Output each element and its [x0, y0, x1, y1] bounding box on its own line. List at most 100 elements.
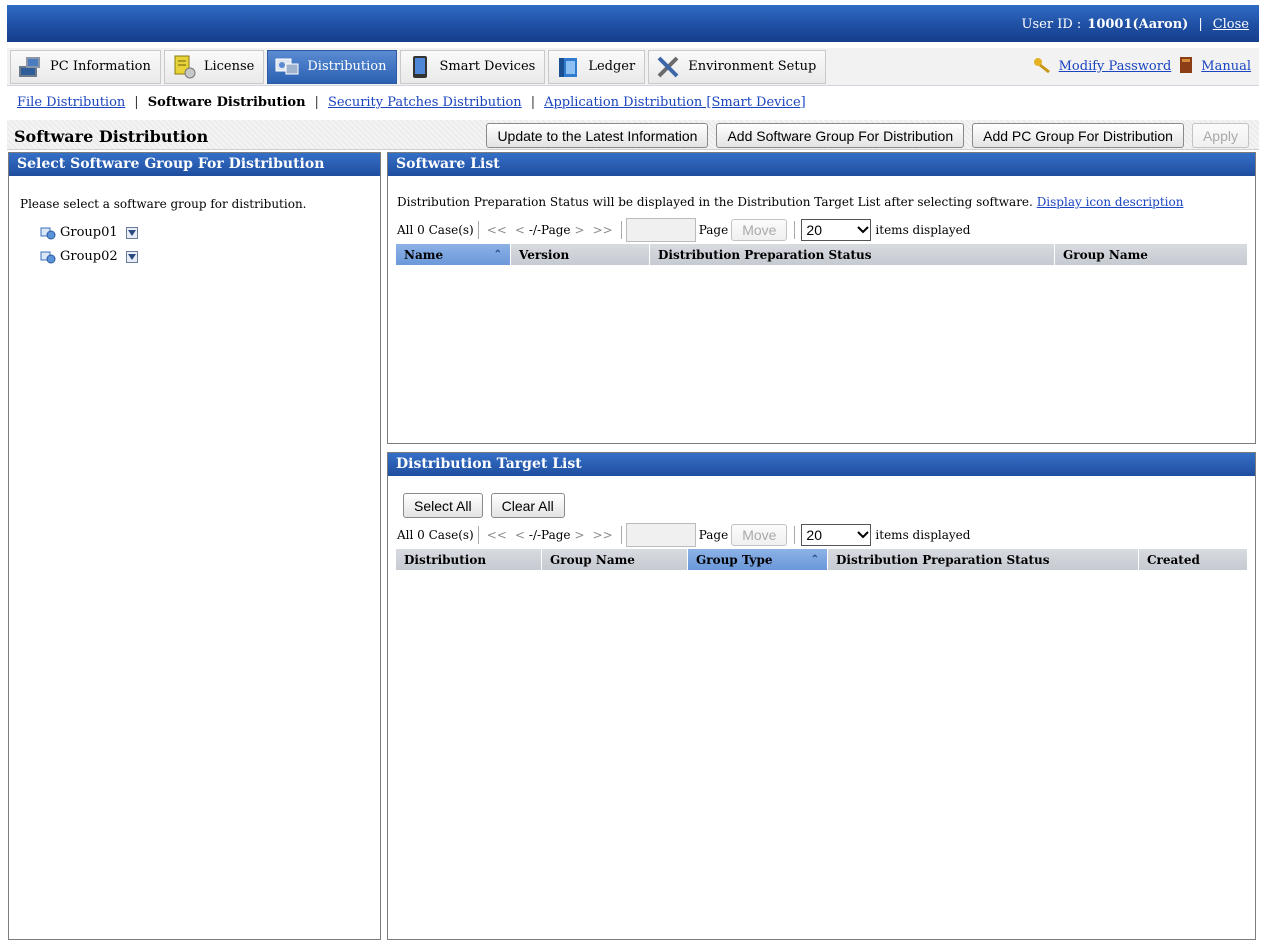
action-buttons: Update to the Latest Information Add Sof…	[486, 123, 1249, 148]
main-tabs: PC Information License Distribution Smar…	[7, 48, 1259, 86]
first-page-link[interactable]: <<	[487, 223, 507, 237]
page-title-bar: Software Distribution Update to the Late…	[7, 120, 1259, 150]
pager-divider	[620, 526, 622, 544]
tab-label: License	[203, 59, 255, 74]
distribution-icon	[274, 54, 300, 80]
column-label: Name	[404, 247, 444, 262]
tab-distribution[interactable]: Distribution	[267, 49, 397, 84]
tab-label: PC Information	[50, 59, 151, 74]
close-link[interactable]: Close	[1213, 17, 1249, 32]
pager-divider	[477, 221, 479, 239]
column-label: Created	[1147, 552, 1200, 567]
page-label: Page	[698, 223, 729, 237]
clear-all-button[interactable]: Clear All	[490, 493, 565, 518]
column-group-name[interactable]: Group Name	[542, 549, 688, 570]
column-version[interactable]: Version	[511, 244, 650, 265]
last-page-link[interactable]: >>	[593, 223, 613, 237]
manual-book-icon	[1179, 56, 1193, 78]
subnav-application-distribution[interactable]: Application Distribution [Smart Device]	[544, 95, 806, 110]
prev-page-link[interactable]: <	[515, 528, 525, 542]
tab-license[interactable]: License	[163, 49, 265, 84]
dropdown-menu-icon[interactable]	[125, 250, 138, 263]
update-latest-button[interactable]: Update to the Latest Information	[486, 123, 709, 148]
column-label: Group Name	[1063, 247, 1148, 262]
tab-label: Smart Devices	[439, 59, 536, 74]
software-list-title: Software List	[388, 153, 1255, 176]
software-group-panel-title: Select Software Group For Distribution	[9, 153, 380, 176]
software-group-icon	[40, 250, 56, 264]
chevron-down-icon	[856, 527, 870, 543]
add-pc-group-button[interactable]: Add PC Group For Distribution	[972, 123, 1184, 148]
tab-ledger[interactable]: Ledger	[548, 49, 646, 84]
first-page-link[interactable]: <<	[487, 528, 507, 542]
next-page-link[interactable]: >	[575, 528, 585, 542]
dropdown-menu-icon[interactable]	[125, 226, 138, 239]
software-list-panel: Software List Distribution Preparation S…	[387, 152, 1256, 444]
pager-divider	[794, 526, 796, 544]
tab-environment-setup[interactable]: Environment Setup	[648, 49, 827, 84]
column-group-name[interactable]: Group Name	[1055, 244, 1247, 265]
page-indicator: -/-Page	[528, 223, 571, 237]
items-per-page-value: 20	[806, 527, 822, 543]
apply-button[interactable]: Apply	[1191, 123, 1249, 148]
column-distribution-preparation-status[interactable]: Distribution Preparation Status	[828, 549, 1139, 570]
items-per-page-select[interactable]: 20	[801, 219, 872, 241]
software-list-pager: All 0 Case(s) << < -/-Page > >> Page Mov…	[397, 218, 970, 242]
tree-item-group01[interactable]: Group01	[40, 225, 138, 240]
select-all-button[interactable]: Select All	[403, 493, 483, 518]
pc-icon	[17, 54, 43, 80]
target-list-pager: All 0 Case(s) << < -/-Page > >> Page Mov…	[397, 523, 970, 547]
items-per-page-value: 20	[806, 222, 822, 238]
user-id-value: 10001(Aaron)	[1087, 17, 1189, 32]
column-distribution[interactable]: Distribution	[396, 549, 542, 570]
modify-password-link[interactable]: Modify Password	[1059, 59, 1172, 74]
user-id-label: User ID :	[1021, 17, 1082, 32]
column-name[interactable]: Name ⌃	[396, 244, 511, 265]
tab-label: Ledger	[588, 59, 636, 74]
top-header-bar: User ID : 10001(Aaron) | Close	[7, 5, 1259, 42]
tree-item-group02[interactable]: Group02	[40, 249, 138, 264]
subnav-divider: |	[134, 95, 139, 110]
column-group-type[interactable]: Group Type ⌃	[688, 549, 828, 570]
move-button[interactable]: Move	[731, 524, 788, 546]
subnav-divider: |	[314, 95, 319, 110]
last-page-link[interactable]: >>	[593, 528, 613, 542]
key-icon	[1033, 57, 1051, 77]
items-per-page-select[interactable]: 20	[801, 524, 872, 546]
column-label: Group Type	[696, 552, 773, 567]
column-distribution-preparation-status[interactable]: Distribution Preparation Status	[650, 244, 1055, 265]
case-count: All 0 Case(s)	[397, 528, 474, 542]
software-group-hint: Please select a software group for distr…	[20, 197, 307, 211]
items-displayed-label: items displayed	[875, 223, 971, 237]
license-icon	[171, 54, 197, 80]
tab-pc-information[interactable]: PC Information	[10, 49, 161, 84]
tab-smart-devices[interactable]: Smart Devices	[399, 49, 546, 84]
user-area: User ID : 10001(Aaron) | Close	[1022, 17, 1249, 32]
page-number-input[interactable]	[625, 218, 696, 242]
tools-icon	[655, 54, 681, 80]
move-button[interactable]: Move	[731, 219, 788, 241]
page-label: Page	[698, 528, 729, 542]
subnav-software-distribution: Software Distribution	[147, 95, 306, 110]
column-label: Group Name	[550, 552, 635, 567]
software-list-note: Distribution Preparation Status will be …	[397, 195, 1183, 209]
page-indicator: -/-Page	[528, 528, 571, 542]
tab-label: Distribution	[307, 59, 387, 74]
target-list-header: Distribution Group Name Group Type ⌃ Dis…	[396, 549, 1247, 570]
prev-page-link[interactable]: <	[515, 223, 525, 237]
ledger-icon	[555, 54, 581, 80]
manual-link[interactable]: Manual	[1201, 59, 1251, 74]
display-icon-description-link[interactable]: Display icon description	[1037, 195, 1184, 209]
tab-label: Environment Setup	[688, 59, 817, 74]
software-group-panel: Select Software Group For Distribution P…	[8, 152, 381, 940]
subnav-security-patches[interactable]: Security Patches Distribution	[328, 95, 522, 110]
column-label: Distribution Preparation Status	[836, 552, 1050, 567]
add-software-group-button[interactable]: Add Software Group For Distribution	[716, 123, 965, 148]
smart-device-icon	[407, 54, 433, 80]
column-created[interactable]: Created	[1139, 549, 1247, 570]
next-page-link[interactable]: >	[575, 223, 585, 237]
page-number-input[interactable]	[625, 523, 696, 547]
subnav-file-distribution[interactable]: File Distribution	[17, 95, 125, 110]
subnav-divider: |	[530, 95, 536, 110]
target-list-buttons: Select All Clear All	[403, 493, 565, 518]
